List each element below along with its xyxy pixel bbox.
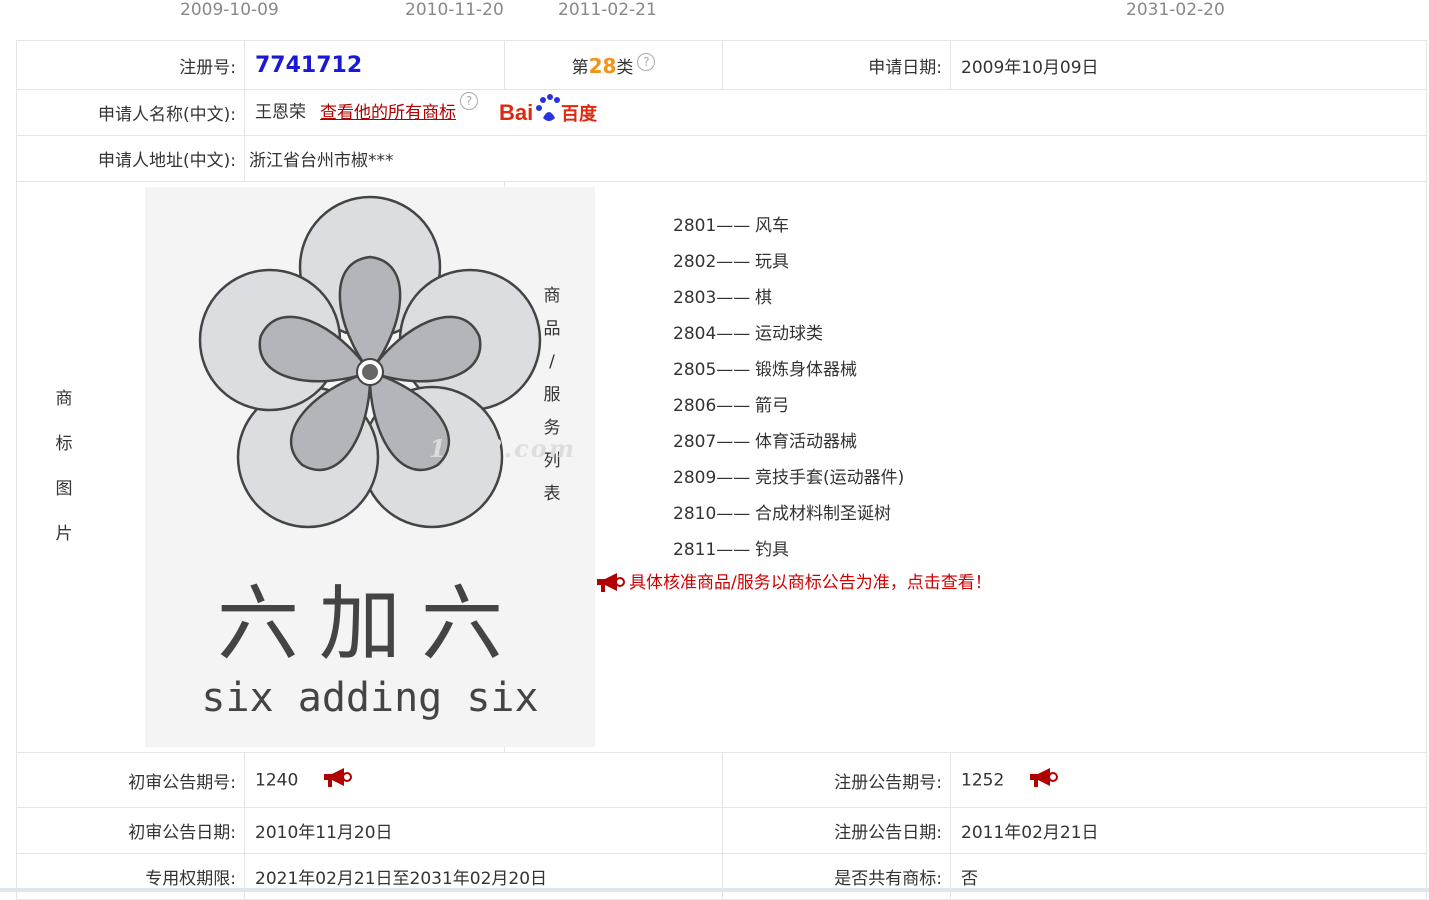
class-cell: 第28类? [504, 40, 723, 90]
term-value: 2021年02月21日至2031年02月20日 [244, 853, 723, 900]
reg-no-label: 注册号: [16, 40, 245, 90]
list-item: 2805—— 锻炼身体器械 [673, 360, 857, 380]
list-item: 2807—— 体育活动器械 [673, 432, 857, 452]
prelim-issue-label: 初审公告期号: [16, 752, 245, 808]
megaphone-icon[interactable] [1028, 767, 1058, 794]
megaphone-icon [597, 573, 625, 592]
timeline-date: 2031-02-20 [1126, 0, 1225, 20]
goods-cell: 商品 / 服 务列 表 1688.com 2801—— 风车 2802—— 玩具 28… [429, 181, 1427, 753]
list-item: 2811—— 钓具 [673, 540, 789, 560]
timeline-date: 2009-10-09 [180, 0, 279, 20]
prelim-date-label: 初审公告日期: [16, 807, 245, 854]
reg-date-label: 注册公告日期: [722, 807, 951, 854]
list-item: 2803—— 棋 [673, 288, 772, 308]
divider [0, 888, 1429, 892]
list-item: 2804—— 运动球类 [673, 324, 823, 344]
list-item: 2802—— 玩具 [673, 252, 789, 272]
goods-list-label: 商品 / 服 务列 表 [543, 286, 561, 504]
prelim-issue-cell: 1240 [244, 752, 723, 808]
mark-image-label: 商标 图片 [55, 389, 73, 544]
reg-no-value: 7741712 [255, 52, 363, 78]
goods-notice-link[interactable]: 具体核准商品/服务以商标公告为准，点击查看！ [595, 568, 992, 594]
address-label: 申请人地址(中文): [16, 135, 245, 182]
trademark-info-table: 注册号: 7741712 第28类? 申请日期: 2009年10月09日 申请人… [16, 40, 1427, 900]
help-icon[interactable]: ? [637, 52, 656, 71]
list-item: 2810—— 合成材料制圣诞树 [673, 504, 891, 524]
shared-mark-value: 否 [950, 853, 1427, 900]
reg-date-value: 2011年02月21日 [950, 807, 1427, 854]
address-value: 浙江省台州市椒*** [244, 135, 1427, 182]
goods-list: 2801—— 风车 2802—— 玩具 2803—— 棋 2804—— 运动球类 280… [673, 208, 904, 568]
baidu-suffix: 百度 [561, 103, 598, 125]
baidu-text: Bai [499, 100, 533, 125]
applicant-name-label: 申请人名称(中文): [16, 89, 245, 136]
timeline-date: 2011-02-21 [558, 0, 657, 20]
shared-mark-label: 是否共有商标: [722, 853, 951, 900]
class-prefix: 第 [571, 57, 589, 78]
apply-date-label: 申请日期: [722, 40, 951, 90]
reg-issue-value: 1252 [961, 770, 1005, 790]
applicant-name-cell: 王恩荣 查看他的所有商标? Bai 百度 [244, 89, 1427, 136]
list-item: 2801—— 风车 [673, 216, 789, 236]
all-marks-link[interactable]: 查看他的所有商标 [320, 103, 456, 123]
reg-issue-label: 注册公告期号: [722, 752, 951, 808]
list-item: 2806—— 箭弓 [673, 396, 789, 416]
term-label: 专用权期限: [16, 853, 245, 900]
prelim-date-value: 2010年11月20日 [244, 807, 723, 854]
help-icon[interactable]: ? [460, 92, 478, 110]
watermark-text: 1688.com [429, 434, 577, 463]
timeline-date: 2010-11-20 [405, 0, 504, 20]
apply-date-value: 2009年10月09日 [950, 40, 1427, 90]
baidu-search-icon[interactable]: Bai 百度 [499, 92, 603, 133]
list-item: 2809—— 竞技手套(运动器件) [673, 468, 905, 488]
applicant-name: 王恩荣 [255, 102, 306, 123]
class-suffix: 类 [616, 57, 634, 78]
reg-issue-cell: 1252 [950, 752, 1427, 808]
timeline-dates: 2009-10-09 2010-11-20 2011-02-21 2031-02… [0, 0, 1429, 30]
prelim-issue-value: 1240 [255, 770, 299, 790]
megaphone-icon[interactable] [322, 767, 352, 794]
mark-image-cell: 商标 图片 六加六 six adding six [16, 181, 595, 753]
class-number: 28 [588, 53, 617, 78]
